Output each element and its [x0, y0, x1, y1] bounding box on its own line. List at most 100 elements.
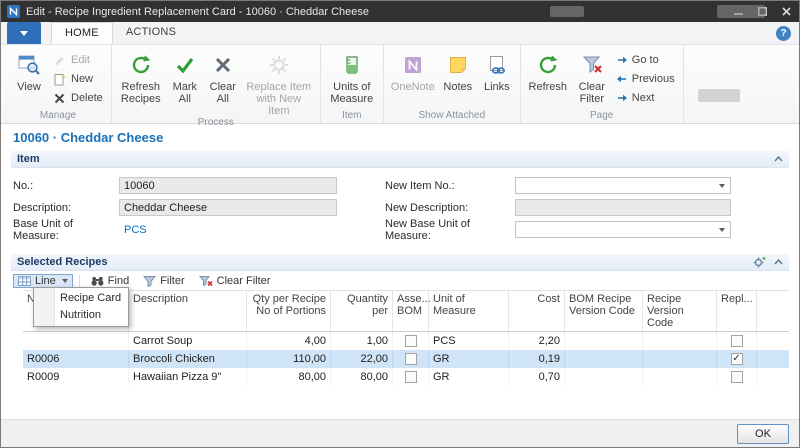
edit-button: Edit: [50, 52, 106, 68]
selected-recipes-section-header[interactable]: Selected Recipes: [11, 253, 789, 271]
find-button[interactable]: Find: [86, 274, 134, 288]
delete-icon: [53, 92, 66, 105]
chevron-up-icon: [774, 259, 783, 265]
cell-filler: [757, 368, 789, 386]
links-button[interactable]: Links: [479, 47, 515, 107]
filter-funnel-icon: [143, 275, 156, 287]
chevron-up-icon: [774, 156, 783, 162]
view-icon: [17, 51, 41, 78]
column-header-replace[interactable]: Repl...: [717, 291, 757, 331]
redacted-block: [550, 6, 584, 17]
column-header-qty-per-recipe[interactable]: Qty per Recipe No of Portions: [247, 291, 331, 331]
tab-actions[interactable]: ACTIONS: [113, 22, 189, 44]
mark-all-button[interactable]: Mark All: [167, 47, 203, 107]
item-section-title: Item: [17, 153, 40, 165]
selected-recipes-title: Selected Recipes: [17, 256, 108, 268]
column-header-bom-recipe-version[interactable]: BOM Recipe Version Code: [565, 291, 643, 331]
check-icon: [173, 51, 197, 78]
clear-filter-button-toolbar[interactable]: Clear Filter: [194, 274, 276, 288]
menu-item-recipe-card[interactable]: Recipe Card: [34, 290, 128, 307]
new-item-no-field[interactable]: [515, 177, 731, 194]
refresh-button[interactable]: Refresh: [526, 47, 570, 107]
clear-filter-icon: [199, 275, 213, 287]
cell-description: Carrot Soup: [129, 332, 247, 350]
dropdown-arrow-icon[interactable]: [715, 223, 729, 236]
cell-description: Hawaiian Pizza 9": [129, 368, 247, 386]
replace-checkbox[interactable]: [731, 335, 743, 347]
base-uom-value[interactable]: PCS: [119, 224, 147, 236]
clear-filter-button[interactable]: Clear Filter: [572, 47, 612, 107]
filter-button[interactable]: Filter: [138, 274, 189, 288]
new-base-uom-label: New Base Unit of Measure:: [385, 218, 515, 242]
cell-qty-per-recipe: 80,00: [247, 368, 331, 386]
ribbon-tab-row: HOME ACTIONS ?: [1, 22, 799, 45]
delete-button[interactable]: Delete: [50, 90, 106, 106]
no-label: No.:: [13, 180, 119, 192]
new-base-uom-field[interactable]: [515, 221, 731, 238]
line-menu-button[interactable]: Line: [13, 274, 73, 288]
column-header-quantity-per[interactable]: Quantity per: [331, 291, 393, 331]
clear-all-button[interactable]: Clear All: [205, 47, 241, 107]
column-header-assembly-bom[interactable]: Asse... BOM: [393, 291, 429, 331]
item-section-header[interactable]: Item: [11, 150, 789, 168]
table-row[interactable]: Carrot Soup 4,00 1,00 PCS 2,20: [23, 332, 789, 350]
notes-button[interactable]: Notes: [439, 47, 477, 107]
app-logo-icon: [7, 5, 20, 18]
next-button[interactable]: Next: [614, 90, 678, 106]
cell-no: [23, 332, 129, 350]
view-button[interactable]: View: [10, 47, 48, 107]
item-fields: No.: 10060 Description: Cheddar Cheese B…: [11, 168, 789, 253]
replace-checkbox[interactable]: ✓: [731, 353, 743, 365]
app-window: Edit - Recipe Ingredient Replacement Car…: [0, 0, 800, 448]
cell-quantity-per: 1,00: [331, 332, 393, 350]
column-header-unit-of-measure[interactable]: Unit of Measure: [429, 291, 509, 331]
group-label-show-attached: Show Attached: [389, 110, 515, 123]
help-icon[interactable]: ?: [776, 26, 791, 41]
ribbon-group-page: Refresh Clear Filter Go to Previous: [521, 45, 684, 123]
new-button[interactable]: New: [50, 71, 106, 87]
column-header-description[interactable]: Description: [129, 291, 247, 331]
cell-recipe-version: [643, 350, 717, 368]
cell-unit-of-measure: GR: [429, 350, 509, 368]
refresh-recipes-button[interactable]: Refresh Recipes: [117, 47, 165, 107]
close-button[interactable]: [779, 6, 793, 18]
grid-icon: [18, 275, 31, 287]
column-header-recipe-version[interactable]: Recipe Version Code: [643, 291, 717, 331]
window-title: Edit - Recipe Ingredient Replacement Car…: [26, 6, 369, 18]
arrow-right-icon: [617, 55, 627, 65]
table-row[interactable]: R0009 Hawaiian Pizza 9" 80,00 80,00 GR 0…: [23, 368, 789, 386]
cell-unit-of-measure: GR: [429, 368, 509, 386]
cell-cost: 0,70: [509, 368, 565, 386]
previous-button[interactable]: Previous: [614, 71, 678, 87]
cell-filler: [757, 332, 789, 350]
gear-icon: [267, 51, 291, 78]
assembly-bom-checkbox[interactable]: [405, 353, 417, 365]
tab-home[interactable]: HOME: [51, 22, 113, 44]
cell-assembly-bom: [393, 332, 429, 350]
menu-item-nutrition[interactable]: Nutrition: [34, 307, 128, 324]
cell-bom-recipe-version: [565, 332, 643, 350]
dropdown-arrow-icon[interactable]: [715, 179, 729, 192]
cell-filler: [757, 350, 789, 368]
base-uom-label: Base Unit of Measure:: [13, 218, 119, 242]
cell-no: R0009: [23, 368, 129, 386]
units-of-measure-button[interactable]: Units of Measure: [326, 47, 378, 107]
recipes-table: No. Description Qty per Recipe No of Por…: [23, 290, 789, 386]
bottom-bar: OK: [1, 419, 799, 447]
ok-button[interactable]: OK: [737, 424, 789, 444]
table-header-row: No. Description Qty per Recipe No of Por…: [23, 291, 789, 332]
assembly-bom-checkbox[interactable]: [405, 371, 417, 383]
titlebar: Edit - Recipe Ingredient Replacement Car…: [1, 1, 799, 22]
replace-item-button: Replace Item with New Item: [243, 47, 315, 117]
assembly-bom-checkbox[interactable]: [405, 335, 417, 347]
go-to-button[interactable]: Go to: [614, 52, 678, 68]
customize-gear-icon[interactable]: [753, 256, 766, 268]
line-menu: Recipe Card Nutrition: [33, 287, 129, 327]
column-header-cost[interactable]: Cost: [509, 291, 565, 331]
table-row-selected[interactable]: R0006 Broccoli Chicken 110,00 22,00 GR 0…: [23, 350, 789, 368]
replace-checkbox[interactable]: [731, 371, 743, 383]
cell-bom-recipe-version: [565, 350, 643, 368]
group-label-page: Page: [526, 110, 678, 123]
cell-quantity-per: 22,00: [331, 350, 393, 368]
application-menu-button[interactable]: [7, 22, 41, 44]
